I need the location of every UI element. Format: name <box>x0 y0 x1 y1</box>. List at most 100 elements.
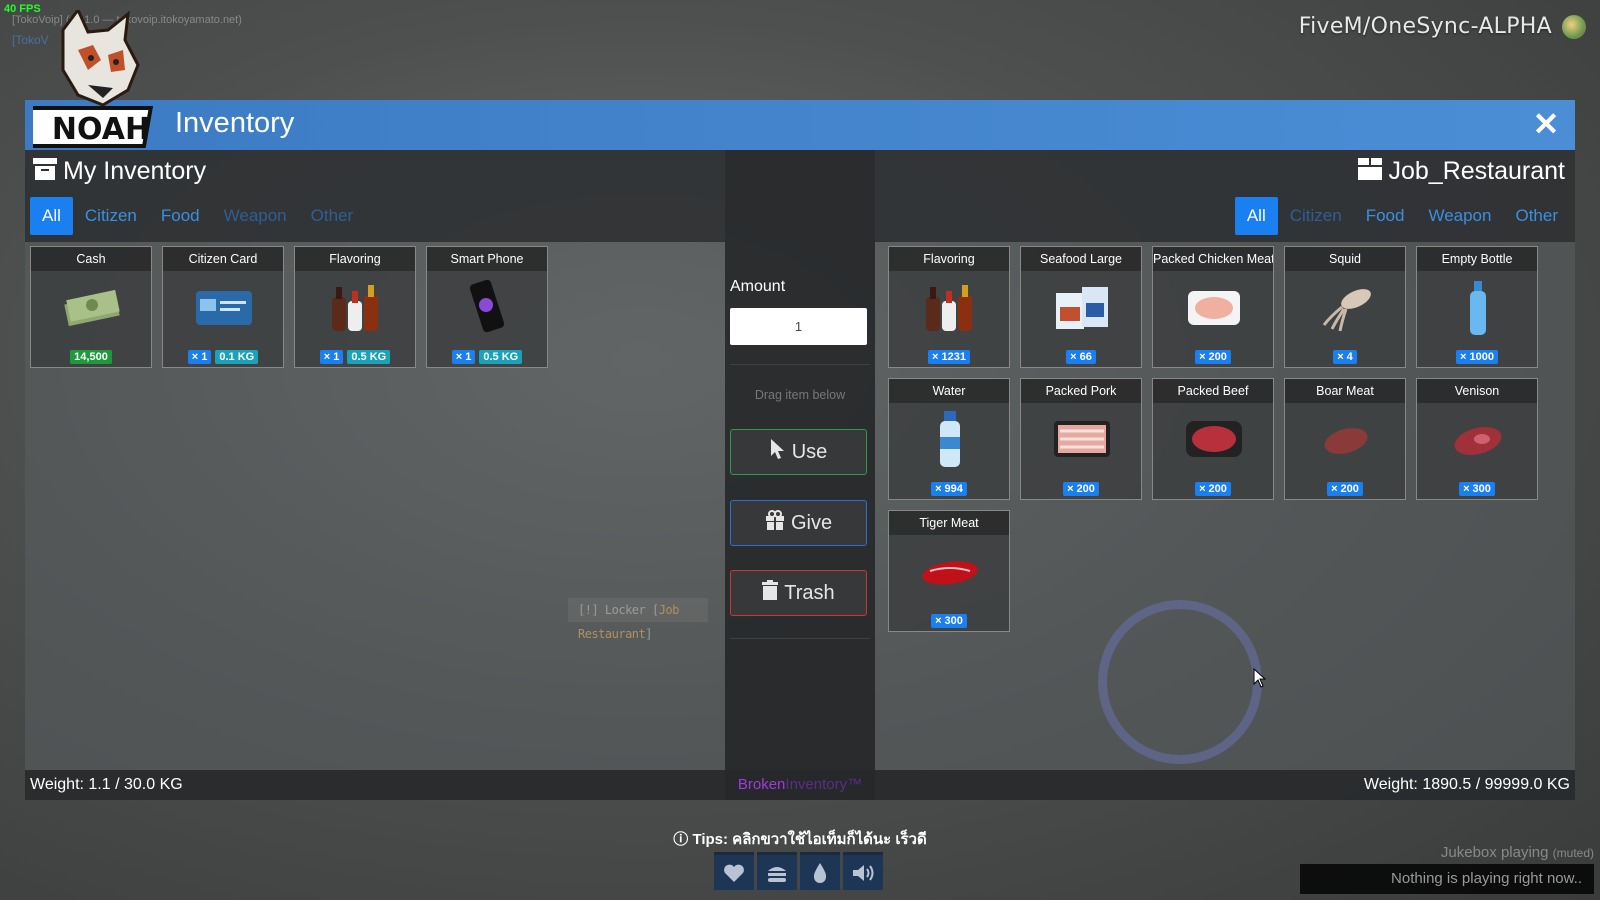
locker-label: [!] Locker [Job Restaurant] <box>568 598 708 641</box>
pointer-icon <box>770 438 786 466</box>
quantity-badge: × 200 <box>1327 482 1363 496</box>
close-button[interactable]: ✕ <box>1529 108 1563 142</box>
server-name: FiveM/OneSync-ALPHA <box>1298 14 1552 39</box>
quantity-badge: × 300 <box>1459 482 1495 496</box>
my-inventory-tabs-row: All Citizen Food Weapon Other <box>25 192 725 242</box>
quantity-badge: × 1 <box>319 350 344 364</box>
trash-label: Trash <box>784 581 835 604</box>
item-slot-water[interactable]: Water × 994 <box>888 378 1010 500</box>
quantity-badge: × 1 <box>451 350 476 364</box>
title-bar: Inventory ✕ <box>25 100 1575 150</box>
item-name: Citizen Card <box>163 247 283 271</box>
brand-name-a: Broken <box>737 776 786 793</box>
item-badges: × 1 0.1 KG <box>163 350 283 364</box>
item-name: Squid <box>1285 247 1405 271</box>
item-slot-packed-pork[interactable]: Packed Pork × 200 <box>1020 378 1142 500</box>
use-button[interactable]: Use <box>730 429 867 475</box>
seafood-pack-icon <box>1052 277 1112 337</box>
amount-input[interactable] <box>730 308 867 345</box>
item-slot-boar-meat[interactable]: Boar Meat × 200 <box>1284 378 1406 500</box>
id-card-icon <box>194 277 254 337</box>
tab-other[interactable]: Other <box>1503 197 1570 235</box>
squid-icon <box>1316 277 1376 337</box>
box-icon <box>1358 151 1383 193</box>
my-inventory-panel: My Inventory All Citizen Food Weapon Other C… <box>25 150 725 800</box>
quantity-badge: × 300 <box>931 614 967 628</box>
item-slot-venison[interactable]: Venison × 300 <box>1416 378 1538 500</box>
quantity-badge: × 1 <box>187 350 212 364</box>
money-badge: 14,500 <box>70 350 112 364</box>
item-slot-smart-phone[interactable]: Smart Phone × 1 0.5 KG <box>426 246 548 368</box>
my-inventory-tabs: All Citizen Food Weapon Other <box>30 197 365 235</box>
tab-other[interactable]: Other <box>299 197 366 235</box>
quantity-badge: × 1231 <box>928 350 970 364</box>
locker-prefix: [!] Locker [ <box>578 603 659 617</box>
give-label: Give <box>790 511 833 534</box>
water-bottle-icon <box>920 409 980 469</box>
job-restaurant-tabs-row: All Citizen Food Weapon Other <box>875 192 1575 242</box>
job-restaurant-header: Job_Restaurant <box>875 150 1575 192</box>
sauce-bottles-icon <box>920 277 980 337</box>
quantity-badge: × 994 <box>931 482 967 496</box>
item-slot-cash[interactable]: Cash 14,500 <box>30 246 152 368</box>
quantity-badge: × 200 <box>1063 482 1099 496</box>
item-slot-tiger-meat[interactable]: Tiger Meat × 300 <box>888 510 1010 632</box>
item-badges: × 300 <box>1417 482 1537 496</box>
jukebox-status: Nothing is playing right now.. <box>1300 864 1594 894</box>
tab-citizen[interactable]: Citizen <box>1278 197 1354 235</box>
action-panel: Amount Drag item below Use Give Trash Br… <box>725 150 875 800</box>
my-inventory-weight: Weight: 1.1 / 30.0 KG <box>25 770 725 800</box>
item-badges: × 1000 <box>1417 350 1537 364</box>
item-badges: × 66 <box>1021 350 1141 364</box>
sauce-bottles-icon <box>326 277 386 337</box>
quantity-badge: × 66 <box>1066 350 1096 364</box>
amount-label: Amount <box>730 278 786 295</box>
inventory-window: Inventory ✕ My Inventory All Citizen Food W… <box>11 7 1575 800</box>
close-icon: ✕ <box>1532 106 1560 142</box>
cash-icon <box>62 277 122 337</box>
quantity-badge: × 4 <box>1333 350 1357 364</box>
item-name: Packed Chicken Meat <box>1153 247 1273 271</box>
server-icon <box>1562 15 1586 39</box>
item-slot-citizen-card[interactable]: Citizen Card × 1 0.1 KG <box>162 246 284 368</box>
item-badges: × 200 <box>1285 482 1405 496</box>
item-slot-seafood-large[interactable]: Seafood Large × 66 <box>1020 246 1142 368</box>
item-name: Tiger Meat <box>889 511 1009 535</box>
quantity-badge: × 200 <box>1195 482 1231 496</box>
item-badges: × 300 <box>889 614 1009 628</box>
speaker-icon <box>843 852 883 890</box>
noah-logo: NOAH <box>11 7 173 150</box>
trash-button[interactable]: Trash <box>730 570 867 616</box>
weight-badge: 0.5 KG <box>347 350 391 364</box>
item-badges: 14,500 <box>31 350 151 364</box>
weight-badge: 0.5 KG <box>479 350 523 364</box>
pork-pack-icon <box>1052 409 1112 469</box>
item-slot-empty-bottle[interactable]: Empty Bottle × 1000 <box>1416 246 1538 368</box>
tab-weapon[interactable]: Weapon <box>1416 197 1503 235</box>
status-hud <box>714 852 883 890</box>
jukebox-title-text: Jukebox playing <box>1440 844 1549 861</box>
brand-footer: BrokenInventory™ <box>725 770 875 800</box>
phone-icon <box>458 277 518 337</box>
divider <box>730 638 870 639</box>
locker-suffix: ] <box>645 627 652 641</box>
weight-badge: 0.1 KG <box>215 350 259 364</box>
tab-weapon[interactable]: Weapon <box>212 197 299 235</box>
tab-citizen[interactable]: Citizen <box>73 197 149 235</box>
tab-all[interactable]: All <box>1234 197 1278 235</box>
tab-food[interactable]: Food <box>149 197 212 235</box>
item-slot-packed-chicken-meat[interactable]: Packed Chicken Meat × 200 <box>1152 246 1274 368</box>
item-badges: × 4 <box>1285 350 1405 364</box>
bottle-icon <box>1448 277 1508 337</box>
item-slot-flavoring[interactable]: Flavoring × 1 0.5 KG <box>294 246 416 368</box>
item-slot-flavoring[interactable]: Flavoring × 1231 <box>888 246 1010 368</box>
tab-all[interactable]: All <box>30 197 73 235</box>
job-restaurant-weight: Weight: 1890.5 / 99999.0 KG <box>875 770 1575 800</box>
item-slot-squid[interactable]: Squid × 4 <box>1284 246 1406 368</box>
chicken-pack-icon <box>1184 277 1244 337</box>
water-drop-icon <box>800 852 840 890</box>
tab-food[interactable]: Food <box>1354 197 1417 235</box>
item-slot-packed-beef[interactable]: Packed Beef × 200 <box>1152 378 1274 500</box>
my-inventory-header: My Inventory <box>25 150 725 192</box>
give-button[interactable]: Give <box>730 500 867 546</box>
